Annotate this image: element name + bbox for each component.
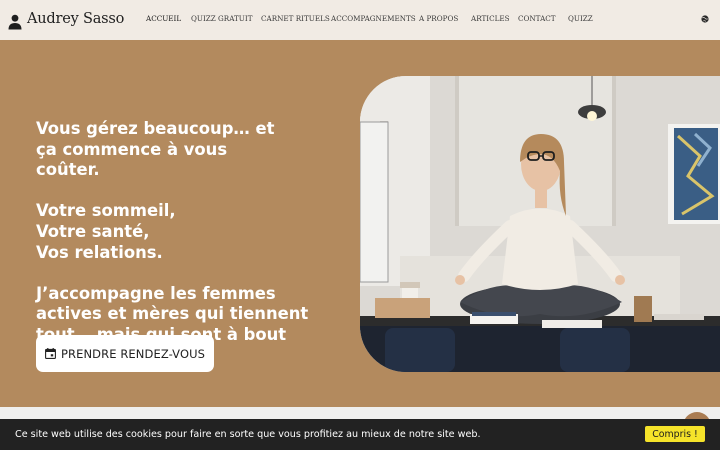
cookie-banner-text: Ce site web utilise des cookies pour fai… bbox=[15, 429, 481, 440]
globe-icon[interactable] bbox=[701, 15, 709, 23]
cookie-banner: Ce site web utilise des cookies pour fai… bbox=[0, 419, 720, 450]
hero-text: Vous gérez beaucoup… et ça commence à vo… bbox=[36, 119, 336, 366]
nav-item-carnet-rituels[interactable]: CARNET RITUELS bbox=[261, 14, 330, 26]
nav-item-contact[interactable]: CONTACT bbox=[518, 14, 556, 26]
nav-item-quizz[interactable]: QUIZZ bbox=[568, 14, 593, 26]
nav-item-quizz-gratuit[interactable]: QUIZZ GRATUIT bbox=[191, 14, 253, 26]
hero-photo bbox=[360, 76, 720, 372]
nav-item-accueil[interactable]: ACCUEIL bbox=[146, 14, 181, 26]
site-logo[interactable]: Audrey Sasso bbox=[8, 8, 124, 30]
hero-list: Votre sommeil, Votre santé, Vos relation… bbox=[36, 201, 176, 262]
cookie-accept-button[interactable]: Compris ! bbox=[645, 426, 705, 442]
book-appointment-label: PRENDRE RENDEZ-VOUS bbox=[60, 346, 206, 361]
meditating-woman-image bbox=[360, 76, 720, 372]
person-icon bbox=[8, 14, 22, 30]
book-appointment-button[interactable]: PRENDRE RENDEZ-VOUS bbox=[36, 335, 214, 372]
hero-headline: Vous gérez beaucoup… et ça commence à vo… bbox=[36, 119, 275, 180]
site-header: Audrey Sasso ACCUEIL QUIZZ GRATUIT CARNE… bbox=[0, 0, 720, 40]
nav-item-articles[interactable]: ARTICLES bbox=[471, 14, 510, 26]
brand-name: Audrey Sasso bbox=[27, 11, 125, 27]
nav-item-accompagnements[interactable]: ACCOMPAGNEMENTS bbox=[331, 14, 416, 26]
calendar-icon bbox=[45, 348, 56, 359]
nav-item-a-propos[interactable]: A PROPOS bbox=[419, 14, 458, 26]
